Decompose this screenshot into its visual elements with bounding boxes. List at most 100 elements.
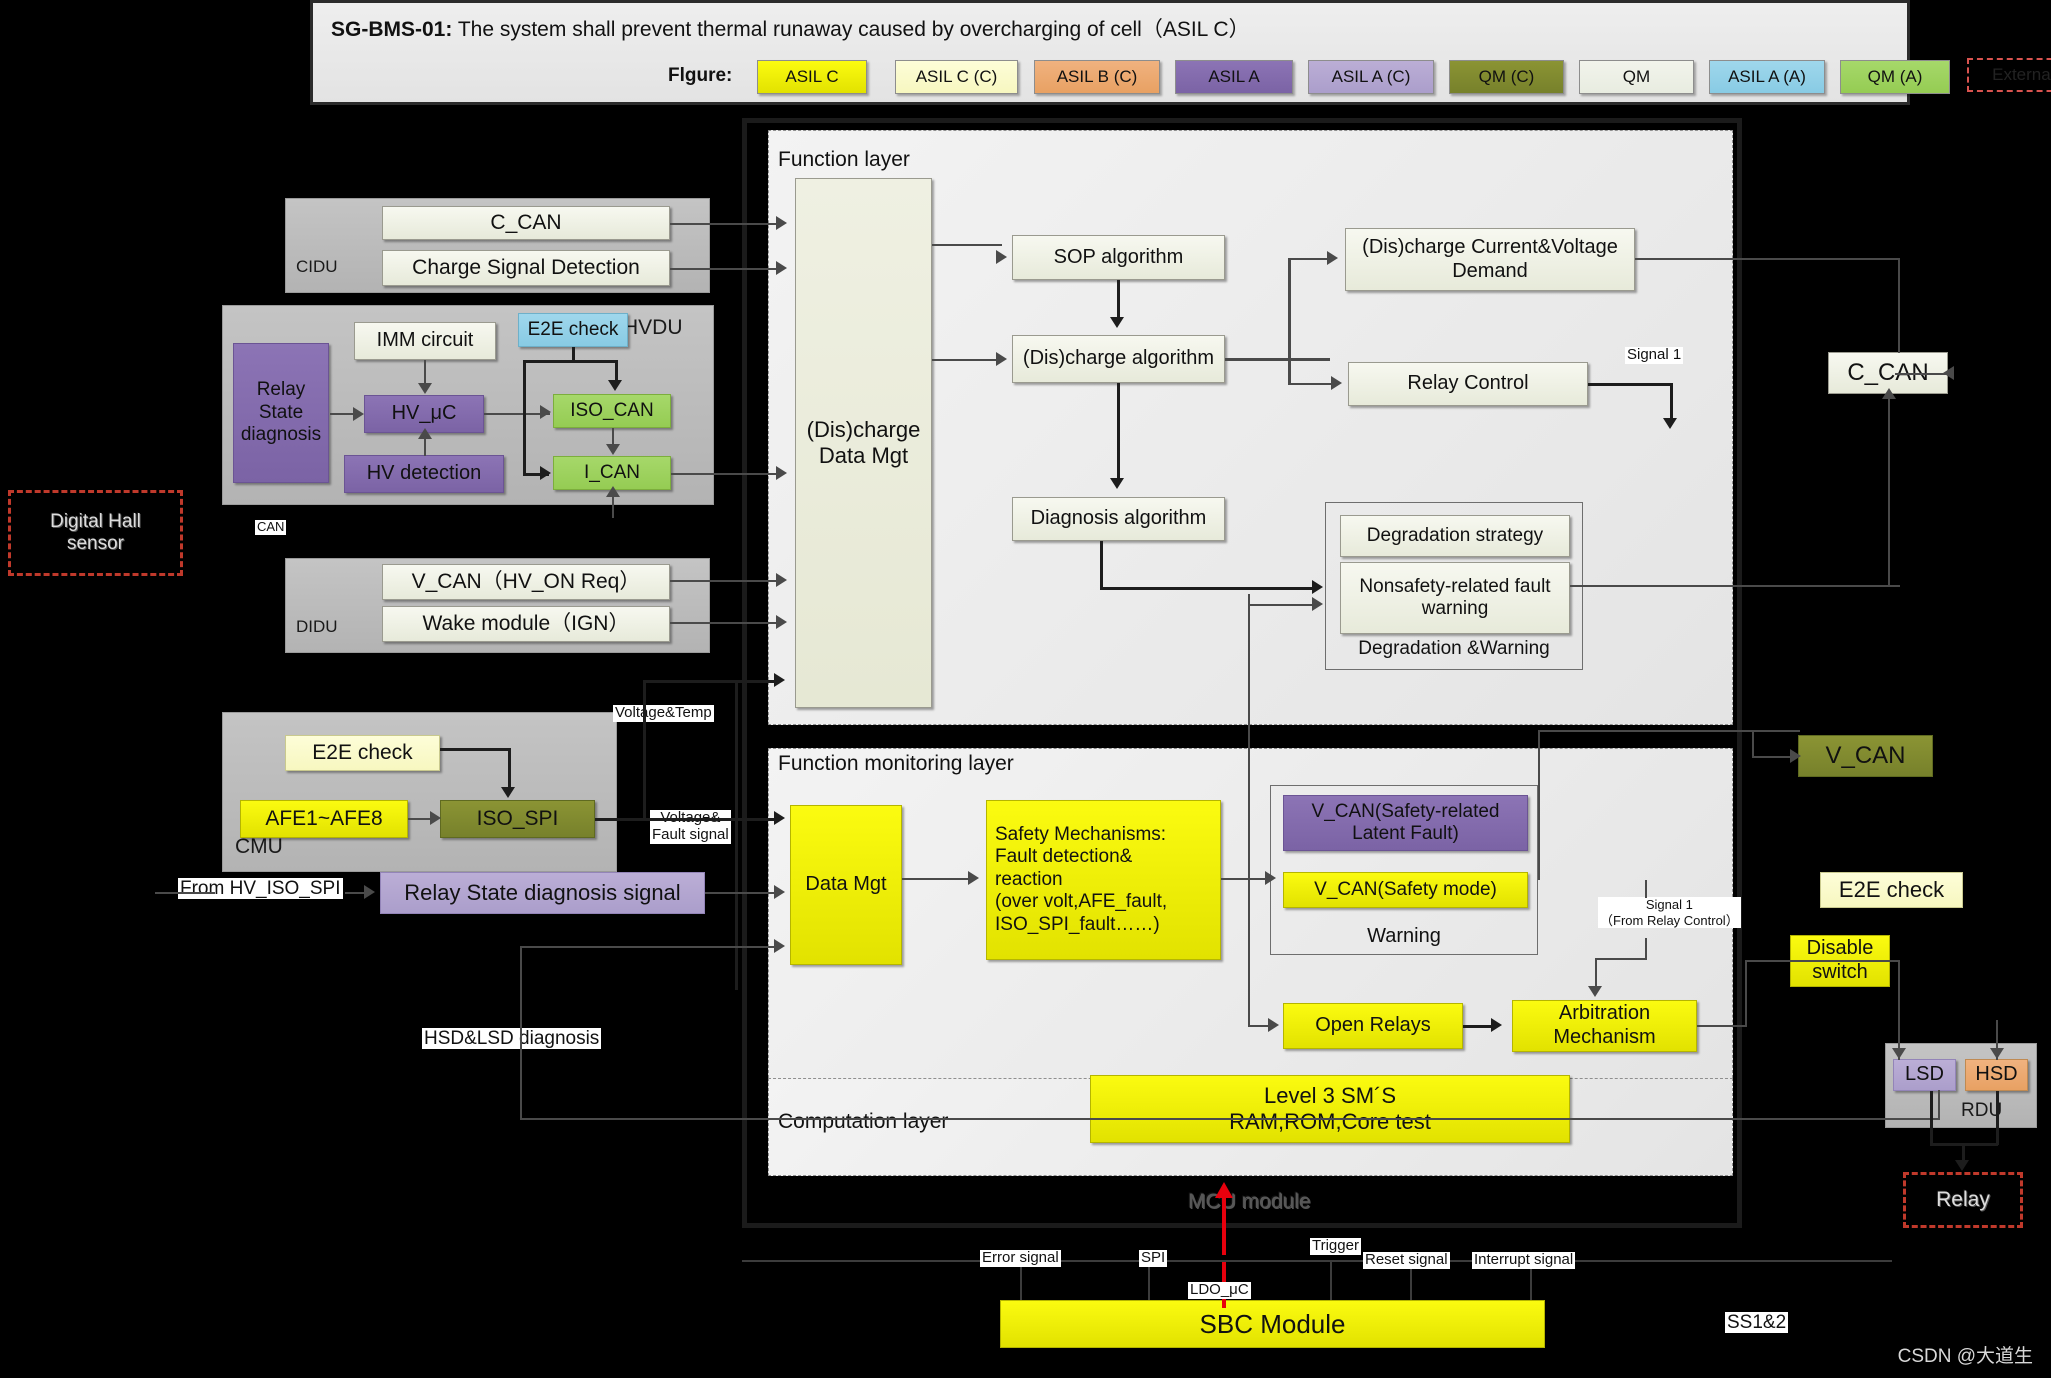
nonsafety-line2: warning — [1421, 598, 1489, 619]
arrowhead-to-openrelays — [1268, 1018, 1279, 1032]
sop-algorithm-block: SOP algorithm — [1012, 235, 1225, 280]
sbc-pin-trigger — [1330, 1260, 1332, 1300]
conn-diagnosis-to-degradation — [1100, 587, 1315, 590]
degradation-warning-group-label: Degradation &Warning — [1358, 638, 1550, 659]
arrowhead-signal1-down — [1663, 418, 1677, 429]
conn-warning-to-vcan-h — [1538, 730, 1800, 732]
conn-cmue2e-h — [440, 748, 510, 751]
conn-hvisospi-in — [155, 892, 215, 894]
conn-discharge-up-branch — [1288, 258, 1291, 361]
didu-item-v-can: V_CAN（HV_ON Req） — [382, 564, 670, 600]
arrowhead-safetymech-to-warning — [1265, 871, 1276, 885]
arrowhead-datamgt-to-sop — [996, 250, 1007, 264]
conn-hsdlsd-v2 — [520, 946, 522, 1002]
arrowhead-cmue2e-to-isospi — [501, 787, 515, 798]
sbc-pin-label-trigger: Trigger — [1310, 1237, 1361, 1255]
arrowhead-ican-up — [606, 486, 620, 497]
cmu-label: CMU — [235, 835, 283, 858]
relay-state-diagnosis-line1: Relay — [256, 379, 306, 401]
conn-relaycontrol-signal1-v — [1670, 383, 1673, 423]
cmu-e2e-check-block: E2E check — [285, 735, 440, 771]
cidu-item-c-can: C_CAN — [382, 206, 670, 240]
arrowhead-voltagetemp-to-fl — [774, 673, 785, 687]
hsd-lsd-diagnosis-tag: HSD&LSD diagnosis — [422, 1028, 602, 1050]
warning-group-label: Warning — [1367, 925, 1441, 947]
sbc-pin-ldo-red-up — [1222, 1195, 1226, 1255]
legend-chip-asil-a-a: ASIL A (A) — [1709, 60, 1825, 94]
arbitration-line1: Arbitration — [1558, 1002, 1651, 1025]
digital-hall-sensor-line2: sensor — [66, 533, 125, 554]
arrowhead-discharge-to-diagnosis — [1110, 478, 1124, 489]
monitoring-data-mgt-block: Data Mgt — [790, 805, 902, 965]
conn-relaystate-to-hvmcu — [330, 413, 354, 415]
sbc-pin-label-error-signal: Error signal — [980, 1249, 1061, 1267]
arrowhead-up-to-degradation — [1312, 597, 1323, 611]
discharge-data-mgt-line2: Data Mgt — [818, 443, 909, 468]
lsd-block: LSD — [1893, 1059, 1956, 1091]
conn-afe-to-isospi — [408, 818, 432, 820]
sbc-bus-line — [742, 1260, 1892, 1262]
arrowhead-relaystate-to-hvmcu — [353, 407, 364, 421]
arrowhead-hvmcu-to-isocan — [540, 405, 551, 419]
voltage-temp-tag: Voltage&Temp — [613, 704, 714, 722]
degradation-strategy-block: Degradation strategy — [1340, 515, 1570, 557]
iso-can-block: ISO_CAN — [553, 394, 671, 428]
arrowhead-relaystatesig-to-fml — [774, 885, 785, 899]
can-bus-tag: CAN — [255, 519, 287, 535]
hvdu-e2e-check-block: E2E check — [518, 313, 628, 347]
vcan-latent-line2: Latent Fault) — [1352, 823, 1459, 844]
function-layer-title: Function layer — [778, 148, 910, 171]
conn-e2e-branch-v — [523, 360, 526, 475]
arrowhead-mondatamgt-to-safetymech — [968, 871, 979, 885]
nonsafety-fault-warning-block: Nonsafety-related fault warning — [1340, 562, 1570, 634]
conn-safetymech-up-to-degradation — [1248, 594, 1250, 879]
conn-hsd-to-relay-v — [1996, 1091, 1999, 1145]
signal1-from-relaycontrol-tag: Signal 1 （From Relay Control） — [1598, 897, 1741, 929]
conn-relaycontrol-signal1-h — [1588, 383, 1673, 386]
arrowhead-to-hsd — [1990, 1048, 2004, 1059]
arrowhead-to-cvdemand — [1327, 251, 1338, 265]
conn-arbitration-right — [1697, 1025, 1747, 1027]
relay-state-diagnosis-block: Relay State diagnosis — [233, 343, 329, 483]
conn-ccan-to-fl — [670, 223, 780, 225]
discharge-algorithm-block: (Dis)charge algorithm — [1012, 335, 1225, 383]
conn-voltagefault-to-fml — [643, 818, 780, 821]
arrowhead-chargesignal-to-fl — [776, 261, 787, 275]
conn-vcanreq-to-fl — [670, 580, 780, 582]
arrowhead-e2e-to-ican — [540, 466, 551, 480]
conn-arbitration-to-disable — [1745, 960, 1900, 962]
conn-cvdemand-to-right — [1635, 258, 1900, 260]
conn-isospi-up — [643, 680, 646, 820]
conn-e2e-down — [572, 347, 575, 362]
legend-chip-asil-a-c: ASIL A (C) — [1308, 60, 1434, 94]
arrowhead-diagnosis-to-degradation — [1312, 580, 1323, 594]
conn-arbitration-up — [1745, 960, 1747, 1026]
ss1-2-tag: SS1&2 — [1725, 1312, 1789, 1334]
conn-to-ccan-h — [1895, 373, 1947, 375]
watermark: CSDN @大道生 — [1897, 1346, 2033, 1367]
conn-signal1-down1 — [1645, 938, 1647, 960]
conn-safetymech-right — [1221, 878, 1266, 880]
arrowhead-to-relay — [1955, 1160, 1969, 1171]
vcan-safety-mode-block: V_CAN(Safety mode) — [1283, 872, 1528, 908]
relay-state-diagnosis-line3: diagnosis — [240, 424, 322, 446]
voltage-fault-line2: Fault signal — [652, 825, 729, 843]
legend-label: Flgure: — [668, 65, 733, 86]
legend-chip-qm-c: QM (C) — [1449, 60, 1564, 94]
safety-mechanisms-block: Safety Mechanisms: Fault detection& reac… — [986, 800, 1221, 960]
legend-chip-qm-a: QM (A) — [1840, 60, 1950, 94]
arrowhead-vcanreq-to-fl — [776, 573, 787, 587]
conn-diagnosis-down — [1100, 541, 1103, 590]
arrowhead-right-up-to-ccan — [1882, 388, 1896, 399]
conn-ican-to-fl — [671, 473, 779, 475]
discharge-current-voltage-demand-block: (Dis)charge Current&Voltage Demand — [1345, 228, 1635, 291]
conn-hsdlsd-to-lsd — [1938, 1090, 1940, 1120]
conn-hsdlsd-v-left — [520, 1000, 522, 1120]
arrowhead-ican-to-fl — [776, 466, 787, 480]
conn-e2e-branch-h — [523, 360, 618, 363]
iso-spi-block: ISO_SPI — [440, 800, 595, 838]
cvdemand-line2: Demand — [1452, 259, 1528, 282]
requirement-header: SG-BMS-01: The system shall prevent ther… — [310, 0, 2051, 105]
conn-discharge-to-diagnosis — [1117, 383, 1120, 481]
arrowhead-signal1-to-arbitration — [1588, 986, 1602, 997]
